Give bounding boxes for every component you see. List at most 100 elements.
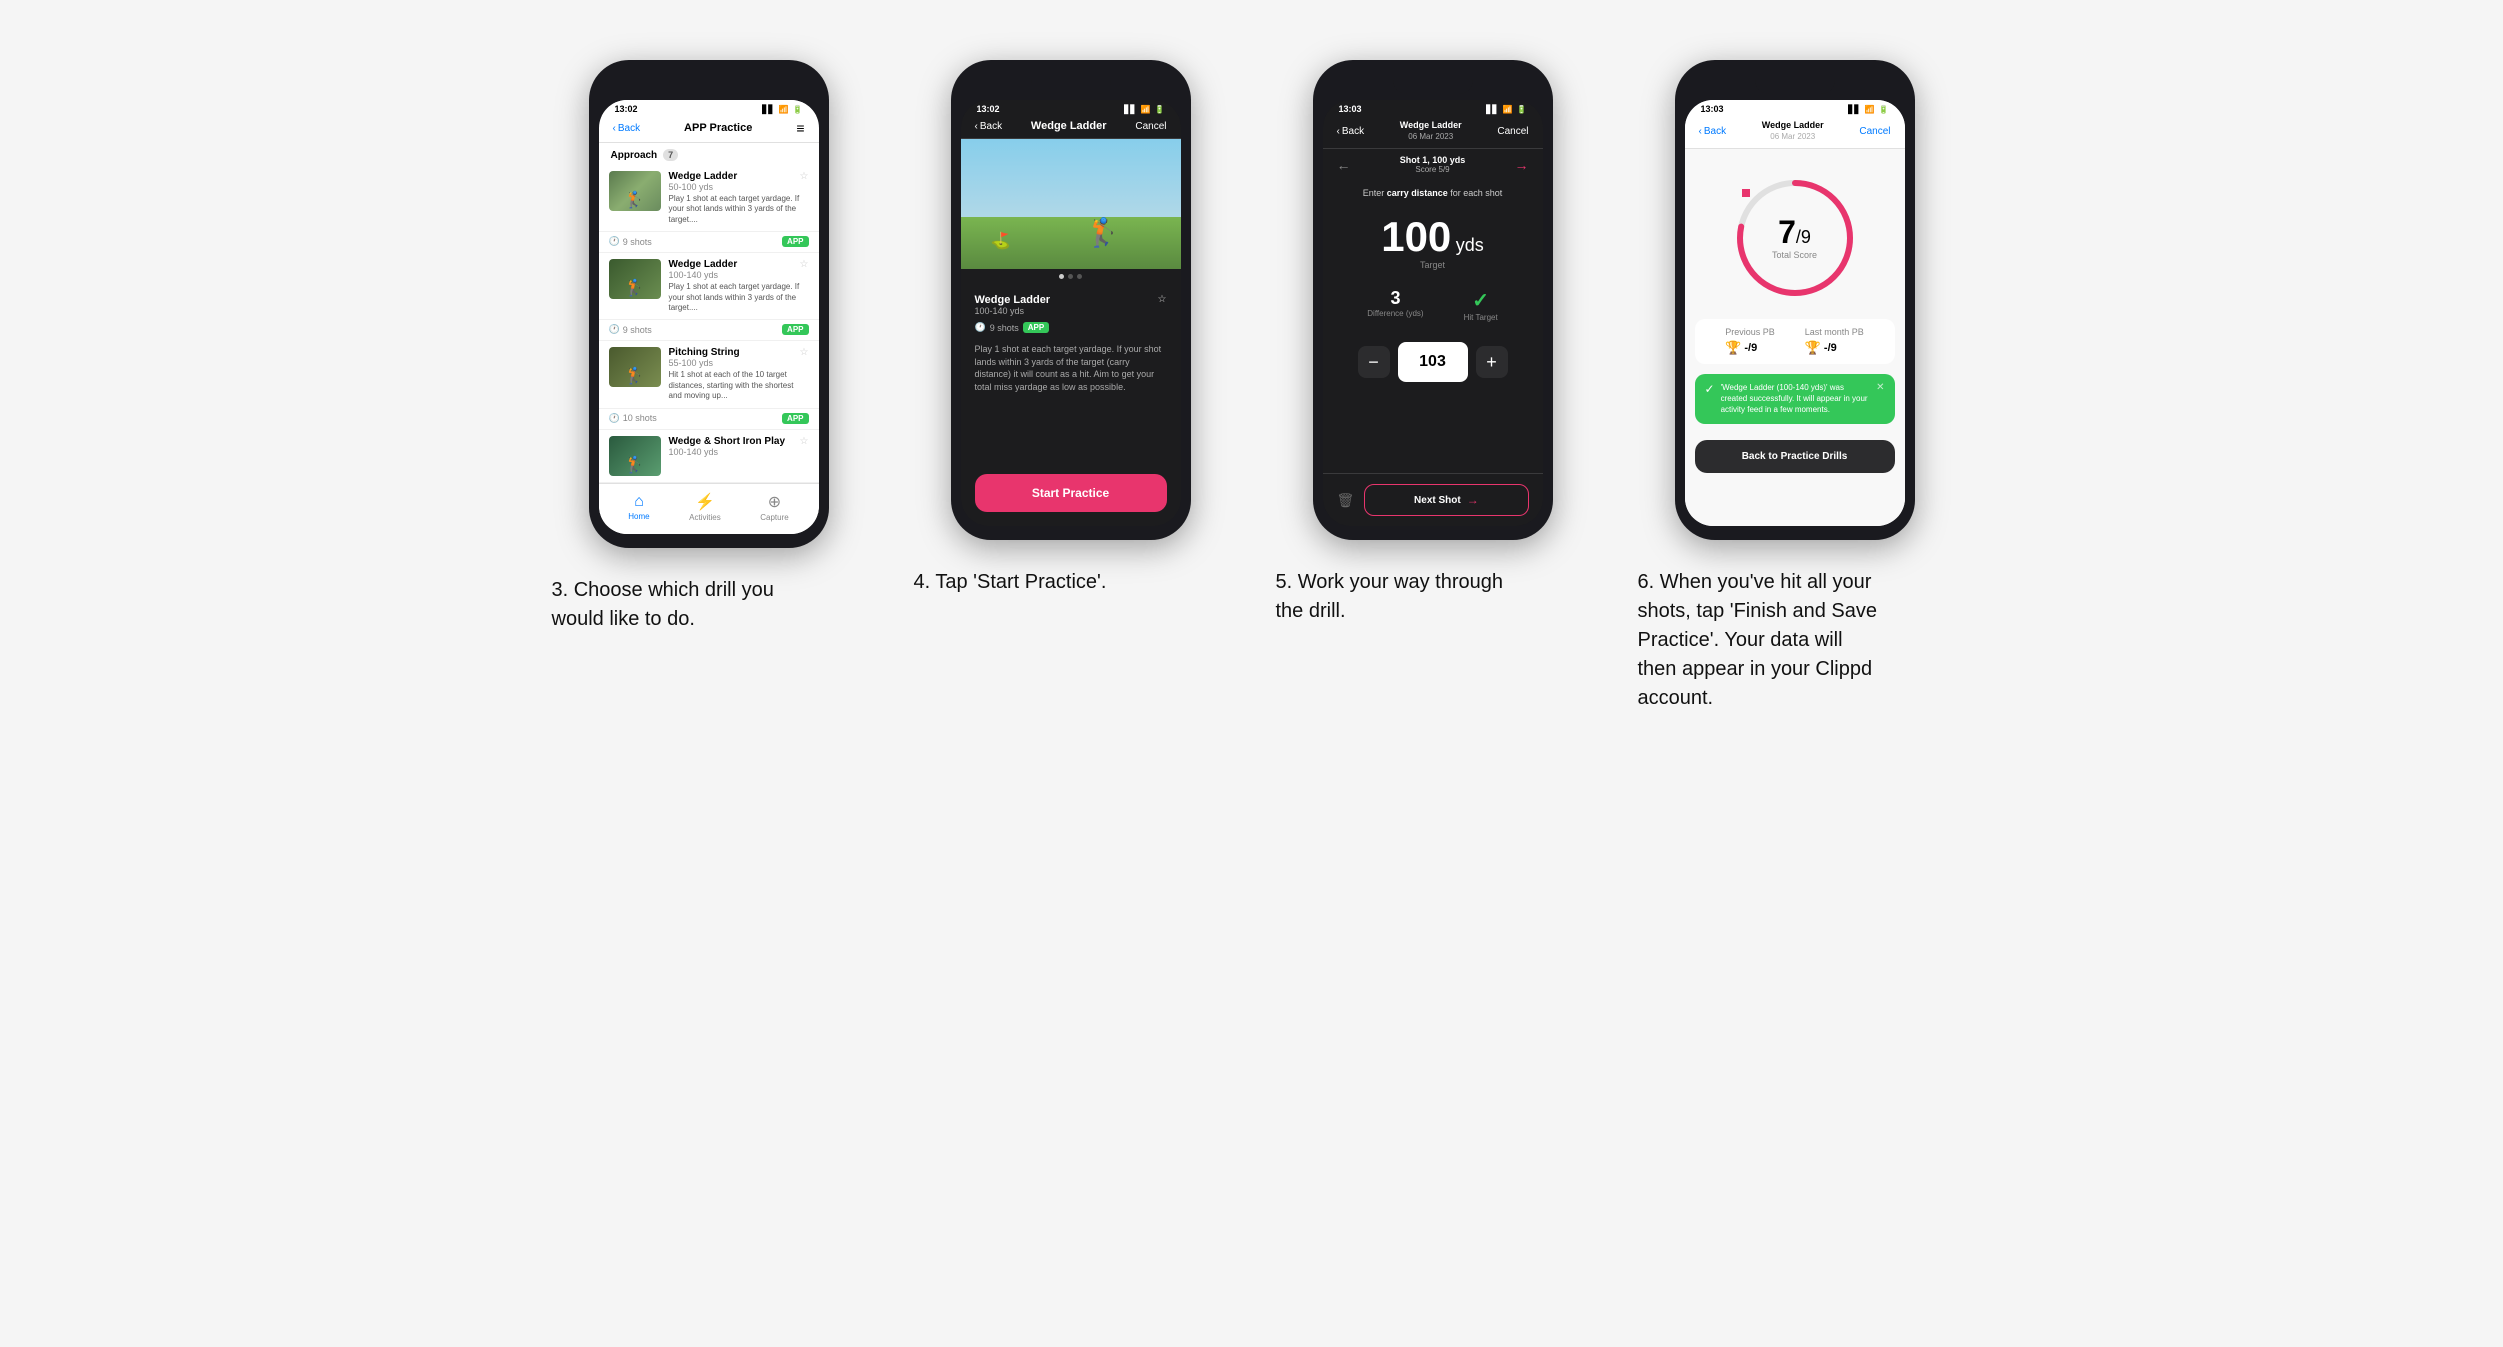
status-icons-6: ▋▋ 📶 🔋 (1848, 105, 1888, 114)
prev-pb-item: Previous PB 🏆 -/9 (1725, 327, 1775, 356)
drill-item-1[interactable]: 🏌️ Wedge Ladder 50-100 yds ☆ Play 1 shot… (599, 165, 819, 253)
detail-card-4: Wedge Ladder 100-140 yds ☆ 🕐 9 shots APP… (961, 284, 1181, 464)
nav-action-3[interactable]: ≡ (796, 120, 804, 136)
success-toast: ✓ 'Wedge Ladder (100-140 yds)' was creat… (1695, 374, 1895, 424)
status-bar-4: 13:02 ▋▋ 📶 🔋 (961, 100, 1181, 116)
section-header-3: Approach 7 (599, 143, 819, 165)
image-dots-4 (961, 269, 1181, 284)
increment-button[interactable]: + (1476, 346, 1508, 378)
phone-4: 13:02 ▋▋ 📶 🔋 ‹ Back Wedge Ladder Cancel (951, 60, 1191, 540)
phone-notch-6 (1755, 74, 1835, 94)
drill-item-4[interactable]: 🏌️ Wedge & Short Iron Play 100-140 yds ☆ (599, 430, 819, 483)
nav-title-4: Wedge Ladder (1031, 120, 1107, 132)
score-circle-text: 7/9 Total Score (1772, 216, 1817, 260)
drill-name-1: Wedge Ladder (669, 171, 738, 182)
step6-container: 13:03 ▋▋ 📶 🔋 ‹ Back Wedge Ladder (1638, 60, 1952, 713)
drill-play-screen: ← Shot 1, 100 yds Score 5/9 → Enter carr… (1323, 149, 1543, 526)
nav-bar-5: ‹ Back Wedge Ladder 06 Mar 2023 Cancel (1323, 116, 1543, 149)
star-icon-1[interactable]: ☆ (800, 171, 809, 182)
phone-5: 13:03 ▋▋ 📶 🔋 ‹ Back Wedge Ladder (1313, 60, 1553, 540)
wifi-icon-3: 📶 (779, 105, 789, 114)
target-label: Target (1323, 260, 1543, 270)
nav-action-6[interactable]: Cancel (1859, 126, 1890, 137)
nav-back-5[interactable]: ‹ Back (1337, 126, 1365, 137)
star-icon-2[interactable]: ☆ (800, 259, 809, 270)
phone-screen-4: 13:02 ▋▋ 📶 🔋 ‹ Back Wedge Ladder Cancel (961, 100, 1181, 526)
hit-target-indicator: ✓ (1464, 288, 1498, 313)
step3-description: 3. Choose which drill you would like to … (552, 576, 792, 634)
score-main: 7 (1778, 214, 1796, 250)
drill-thumb-2: 🏌️ (609, 259, 661, 299)
step4-description: 4. Tap 'Start Practice'. (914, 568, 1107, 597)
status-icons-4: ▋▋ 📶 🔋 (1124, 105, 1164, 114)
golfer-icon-1: 🏌️ (625, 193, 645, 209)
nav-action-5[interactable]: Cancel (1497, 126, 1528, 137)
drill-range-3: 55-100 yds (669, 358, 740, 368)
next-shot-button[interactable]: Next Shot → (1364, 484, 1528, 516)
check-icon: ✓ (1705, 382, 1715, 396)
drill-range-4: 100-140 yds (669, 447, 786, 457)
star-icon-3[interactable]: ☆ (800, 347, 809, 358)
phone-screen-3: 13:02 ▋▋ 📶 🔋 ‹ Back APP Practice ≡ (599, 100, 819, 534)
golfer-icon-4: 🏌️ (625, 458, 645, 474)
page-container: 13:02 ▋▋ 📶 🔋 ‹ Back APP Practice ≡ (552, 60, 1952, 713)
score-screen: 7/9 Total Score Previous PB (1685, 149, 1905, 526)
nav-back-3[interactable]: ‹ Back (613, 123, 641, 134)
nav-title-6: Wedge Ladder 06 Mar 2023 (1762, 120, 1824, 142)
status-bar-5: 13:03 ▋▋ 📶 🔋 (1323, 100, 1543, 116)
section-badge-3: 7 (663, 149, 678, 161)
stat-hit-target: ✓ Hit Target (1464, 288, 1498, 322)
shot-nav: ← Shot 1, 100 yds Score 5/9 → (1323, 149, 1543, 180)
signal-icon-4: ▋▋ (1124, 105, 1136, 114)
nav-back-6[interactable]: ‹ Back (1699, 126, 1727, 137)
signal-icon-3: ▋▋ (762, 105, 774, 114)
decrement-button[interactable]: − (1358, 346, 1390, 378)
clock-icon-1: 🕐 (609, 236, 620, 247)
target-display: 100 yds Target (1323, 202, 1543, 278)
dot-3 (1077, 274, 1082, 279)
detail-range-4: 100-140 yds (975, 306, 1051, 316)
clock-icon-3: 🕐 (609, 413, 620, 424)
nav-bar-4: ‹ Back Wedge Ladder Cancel (961, 116, 1181, 139)
nav-activities[interactable]: ⚡ Activities (689, 492, 721, 522)
nav-title-3: APP Practice (684, 122, 752, 134)
chevron-left-icon-5: ‹ (1337, 126, 1340, 137)
nav-capture[interactable]: ⊕ Capture (760, 492, 788, 522)
drill-desc-2: Play 1 shot at each target yardage. If y… (669, 282, 809, 313)
next-shot-arrow[interactable]: → (1515, 157, 1529, 173)
battery-icon-5: 🔋 (1517, 105, 1527, 114)
toast-close-button[interactable]: ✕ (1876, 382, 1884, 393)
drill-thumb-3: 🏌️ (609, 347, 661, 387)
star-icon-4[interactable]: ☆ (800, 436, 809, 447)
start-practice-button[interactable]: Start Practice (975, 474, 1167, 512)
chevron-left-icon-6: ‹ (1699, 126, 1702, 137)
nav-action-4[interactable]: Cancel (1135, 121, 1166, 132)
time-6: 13:03 (1701, 104, 1724, 114)
drill-range-1: 50-100 yds (669, 182, 738, 192)
shots-label-3: 🕐 10 shots (609, 413, 657, 424)
drill-item-3[interactable]: 🏌️ Pitching String 55-100 yds ☆ Hit 1 sh… (599, 341, 819, 429)
prev-shot-arrow[interactable]: ← (1337, 157, 1351, 173)
time-5: 13:03 (1339, 104, 1362, 114)
hero-golfer-icon: 🏌️ (1086, 216, 1121, 249)
drill-thumb-4: 🏌️ (609, 436, 661, 476)
wifi-icon-5: 📶 (1503, 105, 1513, 114)
signal-icon-5: ▋▋ (1486, 105, 1498, 114)
app-badge-1: APP (782, 236, 808, 247)
score-sublabel: Total Score (1772, 250, 1817, 260)
back-to-drills-button[interactable]: Back to Practice Drills (1695, 440, 1895, 473)
home-icon: ⌂ (634, 493, 644, 511)
nav-back-4[interactable]: ‹ Back (975, 121, 1003, 132)
star-icon-detail[interactable]: ☆ (1158, 294, 1167, 305)
drill-item-2[interactable]: 🏌️ Wedge Ladder 100-140 yds ☆ Play 1 sho… (599, 253, 819, 341)
distance-input[interactable]: 103 (1398, 342, 1468, 382)
drill-desc-1: Play 1 shot at each target yardage. If y… (669, 194, 809, 225)
nav-home[interactable]: ⌂ Home (628, 493, 649, 521)
step5-container: 13:03 ▋▋ 📶 🔋 ‹ Back Wedge Ladder (1276, 60, 1590, 626)
target-unit: yds (1456, 235, 1484, 255)
time-4: 13:02 (977, 104, 1000, 114)
pb-row: Previous PB 🏆 -/9 Last month PB 🏆 -/9 (1695, 319, 1895, 364)
last-month-pb-value: 🏆 -/9 (1805, 340, 1864, 356)
trash-icon[interactable]: 🗑 (1337, 492, 1355, 509)
shots-label-2: 🕐 9 shots (609, 324, 652, 335)
